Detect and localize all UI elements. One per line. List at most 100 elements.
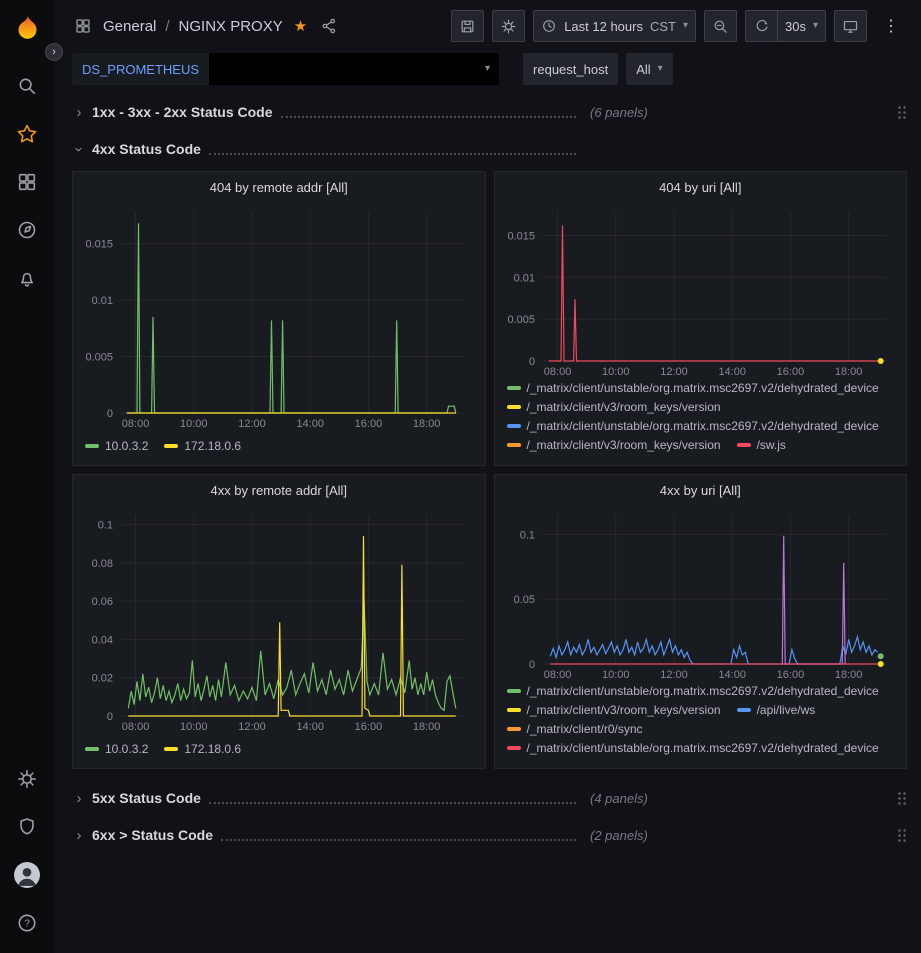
svg-text:16:00: 16:00: [776, 669, 804, 681]
variable-label-ds-prometheus: DS_PROMETHEUS: [72, 53, 209, 85]
legend-series-color: [507, 746, 521, 750]
svg-text:0.1: 0.1: [519, 529, 534, 541]
row-drag-handle[interactable]: [897, 791, 907, 806]
svg-text:0.06: 0.06: [92, 596, 113, 608]
legend-item[interactable]: /_matrix/client/unstable/org.matrix.msc2…: [507, 381, 879, 395]
legend-item[interactable]: /_matrix/client/v3/room_keys/version: [507, 438, 721, 452]
row-panel-count: (6 panels): [590, 105, 648, 120]
panel-title[interactable]: 4xx by uri [All]: [495, 475, 907, 505]
legend-item[interactable]: /sw.js: [737, 438, 786, 452]
gear-icon: [500, 18, 517, 35]
dashboard-title[interactable]: NGINX PROXY: [179, 18, 283, 35]
row-header-6xx[interactable]: › 6xx > Status Code (2 panels): [72, 820, 907, 850]
legend-item[interactable]: /_matrix/client/v3/room_keys/version: [507, 400, 721, 414]
legend-item[interactable]: 172.18.0.6: [164, 742, 241, 756]
legend-series-label: /sw.js: [757, 438, 786, 452]
expand-menu-button[interactable]: ›: [45, 43, 63, 61]
legend-series-color: [507, 727, 521, 731]
breadcrumb-folder[interactable]: General: [103, 18, 156, 35]
legend-item[interactable]: 172.18.0.6: [164, 439, 241, 453]
apps-grid-icon[interactable]: [72, 15, 94, 37]
legend-series-label: 10.0.3.2: [105, 742, 148, 756]
legend-series-label: /_matrix/client/unstable/org.matrix.msc2…: [527, 741, 879, 755]
refresh-icon: [754, 18, 770, 34]
svg-text:12:00: 12:00: [660, 669, 688, 681]
settings-icon[interactable]: [0, 755, 54, 803]
row-drag-handle[interactable]: [897, 828, 907, 843]
panel-404-by-remote-addr: 404 by remote addr [All] 08:0010:0012:00…: [72, 171, 486, 466]
row-header-4xx[interactable]: › 4xx Status Code: [72, 134, 907, 164]
timeseries-chart[interactable]: 08:0010:0012:0014:0016:0018:0000.020.040…: [77, 505, 481, 734]
svg-text:0.1: 0.1: [98, 520, 113, 532]
svg-text:0.02: 0.02: [92, 673, 113, 685]
legend-item[interactable]: /_matrix/client/r0/sync: [507, 722, 643, 736]
dashboard-settings-button[interactable]: [492, 10, 525, 42]
svg-text:14:00: 14:00: [296, 418, 324, 430]
sidebar-bottom-group: ?: [0, 755, 54, 953]
time-range-label: Last 12 hours: [564, 19, 643, 34]
legend-series-label: /_matrix/client/unstable/org.matrix.msc2…: [527, 419, 879, 433]
legend-item[interactable]: /_matrix/client/v3/room_keys/version: [507, 703, 721, 717]
favorite-star-button[interactable]: ★: [292, 17, 309, 36]
panel-title[interactable]: 404 by remote addr [All]: [73, 172, 485, 202]
legend-item[interactable]: /api/live/ws: [737, 703, 816, 717]
server-admin-icon[interactable]: [0, 803, 54, 851]
legend-series-label: 10.0.3.2: [105, 439, 148, 453]
explore-icon[interactable]: [0, 206, 54, 254]
panel-4xx-by-uri: 4xx by uri [All] 08:0010:0012:0014:0016:…: [494, 474, 908, 769]
cycle-view-button[interactable]: [834, 10, 867, 42]
top-navbar: General / NGINX PROXY ★ Last 12 hours CS…: [54, 0, 921, 52]
legend-series-color: [164, 444, 178, 448]
refresh-interval-dropdown[interactable]: 30s ▾: [777, 10, 826, 42]
svg-text:10:00: 10:00: [602, 669, 630, 681]
user-avatar[interactable]: [0, 851, 54, 899]
zoom-out-time-button[interactable]: [704, 10, 737, 42]
svg-text:18:00: 18:00: [413, 418, 441, 430]
starred-icon[interactable]: [0, 110, 54, 158]
navbar-actions: Last 12 hours CST ▾ 30s ▾ ⋮: [451, 10, 907, 42]
timeseries-chart[interactable]: 08:0010:0012:0014:0016:0018:0000.050.1: [499, 505, 903, 682]
svg-text:0.015: 0.015: [507, 230, 535, 242]
panel-title[interactable]: 404 by uri [All]: [495, 172, 907, 202]
legend-item[interactable]: /_matrix/client/unstable/org.matrix.msc2…: [507, 684, 879, 698]
time-range-picker[interactable]: Last 12 hours CST ▾: [533, 10, 696, 42]
timeseries-chart[interactable]: 08:0010:0012:0014:0016:0018:0000.0050.01…: [499, 202, 903, 379]
help-icon[interactable]: ?: [0, 899, 54, 947]
variable-value-request-host[interactable]: All ▾: [626, 53, 672, 85]
legend-series-label: /_matrix/client/v3/room_keys/version: [527, 438, 721, 452]
more-options-button[interactable]: ⋮: [875, 10, 907, 42]
svg-text:0: 0: [107, 408, 113, 420]
clock-icon: [541, 18, 557, 34]
alerting-icon[interactable]: [0, 254, 54, 302]
panel-legend: /_matrix/client/unstable/org.matrix.msc2…: [495, 682, 907, 768]
row-header-5xx[interactable]: › 5xx Status Code (4 panels): [72, 783, 907, 813]
panel-4xx-by-remote-addr: 4xx by remote addr [All] 08:0010:0012:00…: [72, 474, 486, 769]
row-header-1xx-3xx-2xx[interactable]: › 1xx - 3xx - 2xx Status Code (6 panels): [72, 97, 907, 127]
svg-text:0.01: 0.01: [92, 295, 113, 307]
svg-text:16:00: 16:00: [355, 721, 383, 733]
main-area: General / NGINX PROXY ★ Last 12 hours CS…: [54, 0, 921, 953]
row-title: 6xx > Status Code: [92, 827, 213, 843]
legend-series-color: [164, 747, 178, 751]
panel-title[interactable]: 4xx by remote addr [All]: [73, 475, 485, 505]
chart-area: 08:0010:0012:0014:0016:0018:0000.020.040…: [73, 505, 485, 734]
sidebar-top-group: [0, 62, 54, 302]
dashboards-icon[interactable]: [0, 158, 54, 206]
legend-item[interactable]: 10.0.3.2: [85, 439, 148, 453]
refresh-button[interactable]: [745, 10, 777, 42]
row-panel-count: (4 panels): [590, 791, 648, 806]
grafana-logo-icon: [14, 14, 41, 41]
share-button[interactable]: [318, 15, 340, 37]
svg-text:08:00: 08:00: [543, 366, 571, 378]
save-dashboard-button[interactable]: [451, 10, 484, 42]
search-icon[interactable]: [0, 62, 54, 110]
timeseries-chart[interactable]: 08:0010:0012:0014:0016:0018:0000.0050.01…: [77, 202, 481, 431]
legend-item[interactable]: /_matrix/client/unstable/org.matrix.msc2…: [507, 741, 879, 755]
row-drag-handle[interactable]: [897, 105, 907, 120]
svg-text:0.005: 0.005: [507, 314, 535, 326]
svg-text:?: ?: [24, 919, 30, 930]
chevron-right-icon: ›: [72, 827, 86, 844]
legend-item[interactable]: 10.0.3.2: [85, 742, 148, 756]
variable-value-ds-prometheus[interactable]: ▾: [209, 53, 499, 85]
legend-item[interactable]: /_matrix/client/unstable/org.matrix.msc2…: [507, 419, 879, 433]
